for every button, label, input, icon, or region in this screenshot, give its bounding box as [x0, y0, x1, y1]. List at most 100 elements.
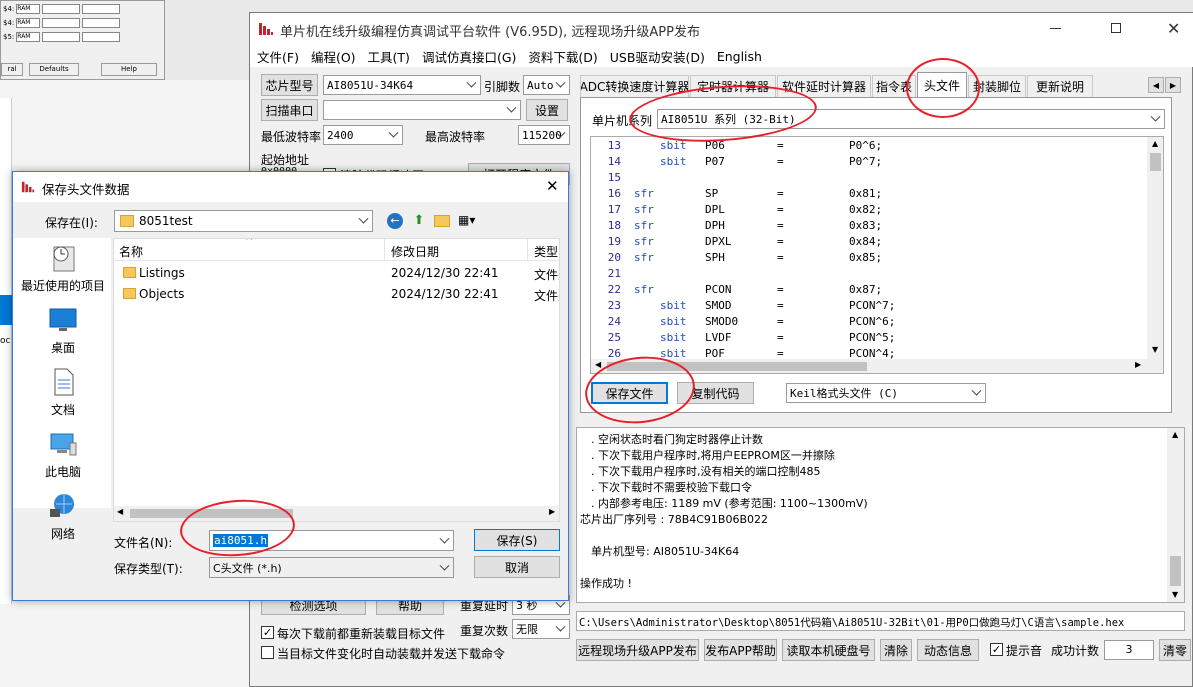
- close-icon[interactable]: ✕: [1167, 19, 1180, 38]
- code-vscrollbar[interactable]: ▲ ▼: [1147, 137, 1163, 359]
- scroll-left-icon[interactable]: ◀: [595, 360, 601, 369]
- max-baud-select[interactable]: 115200: [518, 125, 570, 145]
- port-select[interactable]: [323, 100, 521, 120]
- retry-count-select[interactable]: 无限: [512, 619, 570, 639]
- maximize-icon[interactable]: [1111, 23, 1121, 33]
- file-path-field[interactable]: C:\Users\Administrator\Desktop\8051代码箱\A…: [576, 611, 1185, 631]
- scroll-up-icon[interactable]: ▲: [1172, 430, 1178, 439]
- code-hscrollbar[interactable]: ◀ ▶: [591, 359, 1163, 373]
- auto-send-checkbox[interactable]: [261, 646, 274, 659]
- success-count-field[interactable]: 3: [1104, 640, 1154, 660]
- filetype-select[interactable]: C头文件 (*.h): [209, 557, 454, 578]
- column-date[interactable]: 修改日期: [391, 243, 439, 260]
- reset-count-button[interactable]: 清零: [1159, 639, 1191, 661]
- tab-delay[interactable]: 软件延时计算器: [777, 75, 871, 97]
- bg-help-button[interactable]: Help: [101, 63, 157, 76]
- settings-button[interactable]: 设置: [526, 99, 568, 121]
- beep-checkbox[interactable]: ✓: [990, 643, 1003, 656]
- read-disk-button[interactable]: 读取本机硬盘号: [782, 639, 875, 661]
- save-in-select[interactable]: 8051test: [114, 210, 373, 232]
- menu-usb-driver[interactable]: USB驱动安装(D): [610, 47, 705, 66]
- column-divider[interactable]: [384, 239, 385, 261]
- scroll-up-icon[interactable]: ▲: [1152, 139, 1158, 148]
- scroll-down-icon[interactable]: ▼: [1152, 345, 1158, 354]
- scroll-thumb[interactable]: [607, 362, 867, 371]
- menu-tools[interactable]: 工具(T): [368, 47, 410, 66]
- save-file-button[interactable]: 保存文件: [591, 382, 668, 404]
- tab-adc[interactable]: ADC转换速度计算器: [580, 75, 689, 97]
- bg-button[interactable]: ral: [1, 63, 23, 76]
- tab-changelog[interactable]: 更新说明: [1027, 75, 1093, 97]
- file-list[interactable]: 名称 ^ 修改日期 类型 Listings 2024/12/30 22:41 文…: [113, 238, 560, 522]
- column-type[interactable]: 类型: [534, 243, 558, 260]
- chip-type-select[interactable]: AI8051U-34K64: [323, 75, 481, 95]
- bg-defaults-button[interactable]: Defaults: [29, 63, 79, 76]
- back-icon[interactable]: ←: [387, 213, 403, 229]
- reload-checkbox[interactable]: ✓: [261, 626, 274, 639]
- tab-scroll-right-icon[interactable]: ▶: [1165, 77, 1181, 93]
- pin-count-select[interactable]: Auto: [523, 75, 570, 95]
- up-folder-icon[interactable]: ⬆: [411, 213, 427, 229]
- publish-app-button[interactable]: 远程现场升级APP发布: [576, 639, 699, 661]
- filename-input[interactable]: ai8051.h: [209, 530, 454, 551]
- dialog-save-button[interactable]: 保存(S): [474, 529, 560, 551]
- menu-download[interactable]: 资料下载(D): [528, 47, 597, 66]
- dynamic-info-button[interactable]: 动态信息: [917, 639, 979, 661]
- tab-scroll-left-icon[interactable]: ◀: [1148, 77, 1164, 93]
- line-number: 17: [607, 203, 621, 216]
- tab-package[interactable]: 封装脚位: [968, 75, 1026, 97]
- menu-debug[interactable]: 调试仿真接口(G): [422, 47, 516, 66]
- tab-timer[interactable]: 定时器计算器: [690, 75, 776, 97]
- place-desktop-label: 桌面: [50, 341, 75, 355]
- log-output[interactable]: . 空闲状态时看门狗定时器停止计数 . 下次下载用户程序时,将用户EEPROM区…: [576, 427, 1185, 603]
- tab-instructions[interactable]: 指令表: [872, 75, 916, 97]
- column-divider[interactable]: [527, 239, 528, 261]
- minimize-icon[interactable]: [1050, 28, 1061, 29]
- chip-type-button[interactable]: 芯片型号: [261, 74, 318, 96]
- place-this-pc[interactable]: 此电脑: [13, 429, 113, 480]
- copy-code-button[interactable]: 复制代码: [677, 382, 754, 404]
- bg-row-select[interactable]: RAM: [16, 31, 41, 42]
- scroll-thumb[interactable]: [1170, 556, 1181, 586]
- scan-port-button[interactable]: 扫描串口: [261, 99, 318, 121]
- column-name[interactable]: 名称: [119, 243, 143, 260]
- scroll-right-icon[interactable]: ▶: [1135, 360, 1141, 369]
- file-list-hscrollbar[interactable]: ◀ ▶: [114, 506, 559, 521]
- bg-row-input[interactable]: [82, 3, 121, 14]
- bg-row-input[interactable]: [82, 31, 121, 42]
- new-folder-icon[interactable]: [434, 215, 450, 227]
- menu-english[interactable]: English: [717, 49, 762, 64]
- scroll-thumb[interactable]: [130, 509, 293, 518]
- scroll-thumb[interactable]: [1150, 153, 1161, 171]
- series-select[interactable]: AI8051U 系列 (32-Bit): [657, 109, 1165, 129]
- bg-row-input[interactable]: [42, 31, 81, 42]
- tab-header-file[interactable]: 头文件: [917, 72, 967, 98]
- bg-row-select[interactable]: RAM: [16, 3, 41, 14]
- scroll-left-icon[interactable]: ◀: [117, 507, 123, 516]
- place-network[interactable]: 网络: [13, 491, 113, 541]
- bg-row-input[interactable]: [42, 17, 81, 28]
- log-scrollbar[interactable]: ▲ ▼: [1167, 428, 1184, 602]
- place-desktop[interactable]: 桌面: [13, 305, 113, 356]
- place-recent[interactable]: 最近使用的项目: [13, 243, 113, 294]
- clear-button[interactable]: 清除: [880, 639, 912, 661]
- line-number: 24: [607, 315, 621, 328]
- dialog-cancel-button[interactable]: 取消: [474, 556, 560, 578]
- view-menu-icon[interactable]: ▦▾: [458, 213, 484, 229]
- bg-row-input[interactable]: [82, 17, 121, 28]
- bg-row-input[interactable]: [42, 3, 81, 14]
- code-view[interactable]: 13 sbit P06 = P0^6; 14 sbit P07 = P0^7; 15 16 sfr SP =…: [590, 136, 1164, 374]
- place-documents[interactable]: 文档: [13, 367, 113, 418]
- dialog-close-icon[interactable]: ✕: [546, 177, 559, 195]
- min-baud-select[interactable]: 2400: [323, 125, 403, 145]
- scroll-right-icon[interactable]: ▶: [549, 507, 555, 516]
- menu-file[interactable]: 文件(F): [257, 47, 299, 66]
- file-row[interactable]: Objects 2024/12/30 22:41 文件夹: [114, 284, 559, 305]
- header-format-select[interactable]: Keil格式头文件 (C): [786, 383, 986, 403]
- bg-row-select[interactable]: RAM: [16, 17, 41, 28]
- file-row[interactable]: Listings 2024/12/30 22:41 文件夹: [114, 263, 559, 284]
- publish-help-button[interactable]: 发布APP帮助: [704, 639, 777, 661]
- menu-program[interactable]: 编程(O): [311, 47, 356, 66]
- scroll-down-icon[interactable]: ▼: [1172, 590, 1178, 599]
- code-identifier: PCON: [705, 283, 732, 296]
